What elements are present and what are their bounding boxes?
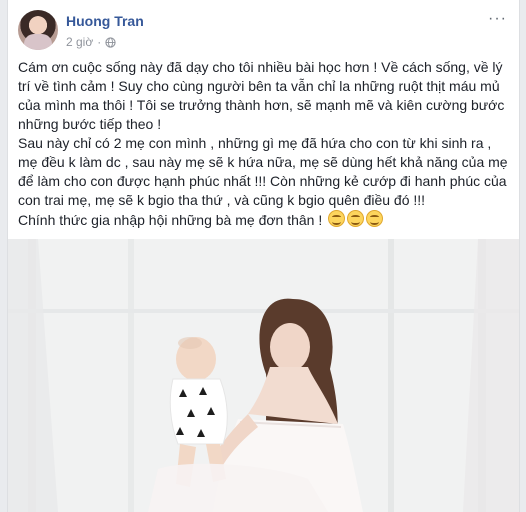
post-card: Huong Tran 2 giờ · ··· Cám ơn cuộc sống … <box>7 0 520 512</box>
smiling-face-icon <box>347 210 365 227</box>
post-header: Huong Tran 2 giờ · ··· <box>18 10 509 52</box>
author-name[interactable]: Huong Tran <box>66 13 144 29</box>
post-paragraph-3-text: Chính thức gia nhập hội những bà mẹ đơn … <box>18 212 323 228</box>
smiling-face-icon <box>366 210 384 227</box>
post-text: Cám ơn cuộc sống này đã dạy cho tôi nhiề… <box>18 58 510 230</box>
post-photo[interactable] <box>8 239 519 512</box>
more-options-icon[interactable]: ··· <box>488 10 507 28</box>
smiling-face-icon <box>328 210 346 227</box>
post-paragraph-3: Chính thức gia nhập hội những bà mẹ đơn … <box>18 210 510 230</box>
avatar[interactable] <box>18 10 58 50</box>
post-paragraph-2: Sau này chỉ có 2 mẹ con mình , những gì … <box>18 135 508 208</box>
post-meta: 2 giờ · <box>66 35 116 49</box>
post-paragraph-1: Cám ơn cuộc sống này đã dạy cho tôi nhiề… <box>18 59 505 132</box>
mother-and-baby-photo <box>8 239 519 512</box>
meta-separator: · <box>97 35 102 49</box>
globe-icon[interactable] <box>105 36 116 48</box>
post-timestamp[interactable]: 2 giờ <box>66 35 93 49</box>
